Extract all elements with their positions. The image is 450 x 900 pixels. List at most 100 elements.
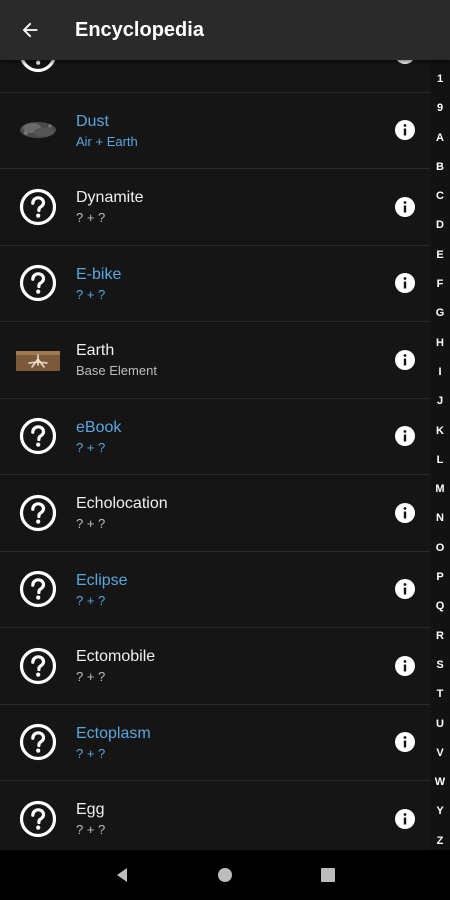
- element-thumbnail: [0, 398, 76, 474]
- index-letter[interactable]: P: [430, 563, 450, 592]
- index-letter[interactable]: C: [430, 182, 450, 211]
- index-letter[interactable]: W: [430, 768, 450, 797]
- element-name: E-bike: [76, 265, 122, 283]
- alphabet-index[interactable]: 19ABCDEFGHIJKLMNOPQRSTUVWYZ: [430, 60, 450, 850]
- question-icon: [19, 800, 57, 837]
- element-recipe: ? + ?: [76, 592, 106, 608]
- element-name: Egg: [76, 801, 105, 819]
- index-letter[interactable]: L: [430, 446, 450, 475]
- index-letter[interactable]: E: [430, 241, 450, 270]
- element-text: Echolocation ? + ?: [76, 492, 380, 533]
- element-text: Eclipse ? + ?: [76, 569, 380, 610]
- info-button[interactable]: [380, 704, 430, 780]
- info-button[interactable]: [380, 398, 430, 474]
- list-item[interactable]: Earth Base Element: [0, 322, 430, 399]
- list-item[interactable]: Eclipse ? + ?: [0, 551, 430, 628]
- list-item[interactable]: Dynamite ? + ?: [0, 169, 430, 246]
- index-letter[interactable]: Y: [430, 797, 450, 826]
- info-button[interactable]: [380, 92, 430, 168]
- index-letter[interactable]: H: [430, 329, 450, 358]
- system-nav-bar: [0, 850, 450, 900]
- info-button[interactable]: [380, 475, 430, 551]
- nav-back-icon: [116, 868, 127, 882]
- info-icon: [395, 349, 415, 370]
- index-letter[interactable]: D: [430, 211, 450, 240]
- index-letter[interactable]: R: [430, 622, 450, 651]
- element-name: Dust: [76, 112, 109, 130]
- nav-home-icon: [217, 868, 232, 882]
- question-icon: [19, 647, 57, 684]
- index-letter[interactable]: K: [430, 417, 450, 446]
- question-icon: [19, 571, 57, 608]
- list-item[interactable]: Egg ? + ?: [0, 781, 430, 850]
- element-text: Ectomobile ? + ?: [76, 645, 380, 686]
- element-thumbnail: [0, 169, 76, 245]
- element-name: Earth: [76, 342, 115, 360]
- element-text: Egg ? + ?: [76, 798, 380, 839]
- back-button[interactable]: [0, 0, 60, 60]
- element-text: ? + ?: [76, 60, 380, 64]
- index-letter[interactable]: A: [430, 124, 450, 153]
- nav-home-button[interactable]: [200, 850, 250, 900]
- info-button[interactable]: [380, 60, 430, 92]
- element-name: Ectomobile: [76, 648, 156, 666]
- info-button[interactable]: [380, 551, 430, 627]
- element-text: Dynamite ? + ?: [76, 186, 380, 227]
- element-recipe: ? + ?: [76, 439, 106, 455]
- element-text: Ectoplasm ? + ?: [76, 722, 380, 763]
- list-item[interactable]: Ectomobile ? + ?: [0, 628, 430, 705]
- question-icon: [19, 188, 57, 225]
- app-bar: Encyclopedia: [0, 0, 450, 60]
- list-item[interactable]: eBook ? + ?: [0, 398, 430, 475]
- index-letter[interactable]: S: [430, 651, 450, 680]
- element-thumbnail: [0, 475, 76, 551]
- info-icon: [395, 196, 415, 217]
- index-letter[interactable]: 1: [430, 65, 450, 94]
- info-button[interactable]: [380, 245, 430, 321]
- dust-icon: [20, 122, 56, 139]
- earth-icon: [16, 350, 60, 371]
- index-letter[interactable]: N: [430, 504, 450, 533]
- question-icon: [19, 494, 57, 531]
- info-icon: [395, 655, 415, 676]
- info-button[interactable]: [380, 169, 430, 245]
- list-item[interactable]: Echolocation ? + ?: [0, 475, 430, 552]
- element-recipe: ? + ?: [76, 210, 106, 226]
- index-letter[interactable]: T: [430, 680, 450, 709]
- info-button[interactable]: [380, 628, 430, 704]
- element-recipe: ? + ?: [76, 286, 106, 302]
- index-letter[interactable]: G: [430, 299, 450, 328]
- info-icon: [395, 273, 415, 294]
- question-icon: [19, 724, 57, 761]
- element-text: E-bike ? + ?: [76, 263, 380, 304]
- list-item[interactable]: Dust Air + Earth: [0, 92, 430, 169]
- info-icon: [395, 579, 415, 600]
- list-item[interactable]: E-bike ? + ?: [0, 245, 430, 322]
- element-recipe: ? + ?: [76, 822, 106, 838]
- index-letter[interactable]: Q: [430, 592, 450, 621]
- element-thumbnail: [0, 92, 76, 168]
- info-button[interactable]: [380, 781, 430, 850]
- index-letter[interactable]: M: [430, 475, 450, 504]
- element-thumbnail: [0, 551, 76, 627]
- element-thumbnail: [0, 322, 76, 398]
- index-letter[interactable]: U: [430, 710, 450, 739]
- index-letter[interactable]: I: [430, 358, 450, 387]
- info-icon: [395, 808, 415, 829]
- index-letter[interactable]: B: [430, 153, 450, 182]
- index-letter[interactable]: O: [430, 534, 450, 563]
- list-item[interactable]: ? + ?: [0, 60, 430, 93]
- element-name: Echolocation: [76, 495, 168, 513]
- nav-recents-button[interactable]: [303, 850, 353, 900]
- index-letter[interactable]: 9: [430, 94, 450, 123]
- info-icon: [395, 502, 415, 523]
- element-recipe: ? + ?: [76, 60, 380, 64]
- list-item[interactable]: Ectoplasm ? + ?: [0, 704, 430, 781]
- nav-back-button[interactable]: [97, 850, 147, 900]
- index-letter[interactable]: J: [430, 387, 450, 416]
- element-list[interactable]: ? + ? Dust Air + Earth Dynamite ? + ? E-bike?…: [0, 60, 430, 850]
- info-icon: [395, 732, 415, 753]
- info-button[interactable]: [380, 322, 430, 398]
- index-letter[interactable]: F: [430, 270, 450, 299]
- index-letter[interactable]: V: [430, 739, 450, 768]
